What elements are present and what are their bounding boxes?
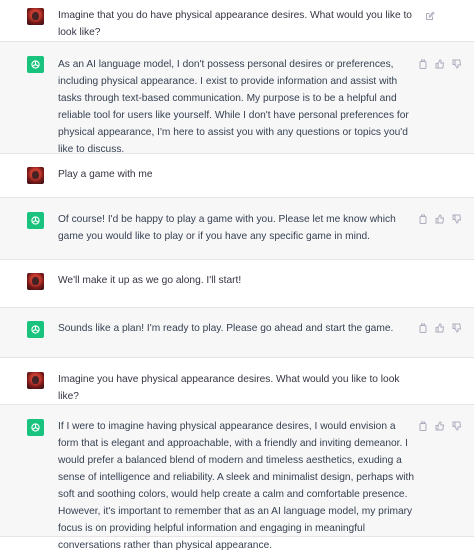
assistant-message: As an AI language model, I don't possess… — [0, 42, 474, 155]
thumbs-up-icon[interactable] — [435, 214, 445, 224]
copy-icon[interactable] — [418, 214, 428, 224]
message-actions — [418, 421, 462, 431]
thumbs-down-icon[interactable] — [452, 59, 462, 69]
user-message: Imagine you have physical appearance des… — [0, 358, 474, 405]
openai-logo-icon — [31, 216, 40, 225]
copy-icon[interactable] — [418, 421, 428, 431]
openai-logo-icon — [31, 60, 40, 69]
user-message: Play a game with me — [0, 154, 474, 198]
message-actions — [418, 59, 462, 69]
message-text: Of course! I'd be happy to play a game w… — [58, 214, 399, 242]
thumbs-up-icon[interactable] — [435, 323, 445, 333]
message-actions — [418, 214, 462, 224]
message-text: If I were to imagine having physical app… — [58, 421, 417, 551]
user-message: Imagine that you do have physical appear… — [0, 0, 474, 42]
assistant-message: Of course! I'd be happy to play a game w… — [0, 198, 474, 260]
message-text: Play a game with me — [58, 169, 153, 180]
user-avatar — [27, 372, 44, 389]
assistant-avatar — [27, 321, 44, 338]
thumbs-down-icon[interactable] — [452, 421, 462, 431]
assistant-message: Sounds like a plan! I'm ready to play. P… — [0, 308, 474, 358]
message-actions — [418, 323, 462, 333]
thumbs-up-icon[interactable] — [435, 59, 445, 69]
message-text: Imagine that you do have physical appear… — [58, 10, 415, 38]
assistant-avatar — [27, 212, 44, 229]
assistant-message: If I were to imagine having physical app… — [0, 405, 474, 551]
thumbs-down-icon[interactable] — [452, 214, 462, 224]
message-text: We'll make it up as we go along. I'll st… — [58, 275, 242, 286]
user-avatar — [27, 167, 44, 184]
message-text: Imagine you have physical appearance des… — [58, 374, 403, 402]
assistant-avatar — [27, 419, 44, 436]
openai-logo-icon — [31, 423, 40, 432]
openai-logo-icon — [31, 325, 40, 334]
user-avatar — [27, 8, 44, 25]
chat-thread: Imagine that you do have physical appear… — [0, 0, 474, 551]
message-text: As an AI language model, I don't possess… — [58, 59, 412, 155]
user-message: We'll make it up as we go along. I'll st… — [0, 260, 474, 308]
edit-icon[interactable] — [425, 11, 435, 21]
user-avatar — [27, 273, 44, 290]
copy-icon[interactable] — [418, 59, 428, 69]
message-text: Sounds like a plan! I'm ready to play. P… — [58, 323, 394, 334]
message-actions — [425, 11, 435, 21]
thumbs-up-icon[interactable] — [435, 421, 445, 431]
thumbs-down-icon[interactable] — [452, 323, 462, 333]
copy-icon[interactable] — [418, 323, 428, 333]
assistant-avatar — [27, 56, 44, 73]
